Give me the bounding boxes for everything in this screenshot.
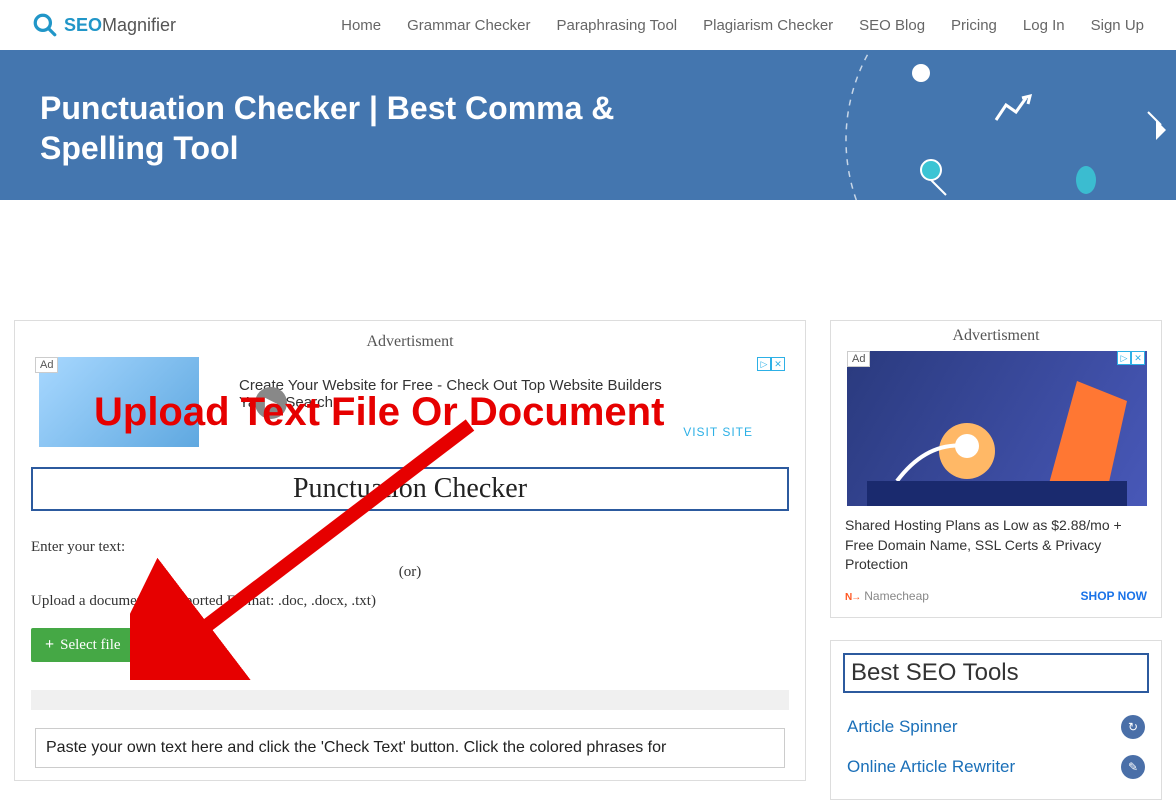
nav-grammar[interactable]: Grammar Checker — [407, 17, 530, 34]
page-title: Punctuation Checker | Best Comma & Spell… — [40, 88, 640, 168]
tool-link-label: Article Spinner — [847, 717, 958, 737]
tool-title: Punctuation Checker — [31, 467, 789, 511]
sidebar: Advertisment Ad ▷ ✕ Shared Hosting Plans… — [830, 320, 1162, 800]
sidebar-ad-info-icon[interactable]: ▷ — [1117, 351, 1131, 365]
spinner-icon: ↻ — [1121, 715, 1145, 739]
ad-thumbnail — [39, 357, 199, 447]
nav-login[interactable]: Log In — [1023, 17, 1065, 34]
tool-link-article-spinner[interactable]: Article Spinner ↻ — [843, 707, 1149, 747]
ad-info-icon[interactable]: ▷ — [757, 357, 771, 371]
sidebar-ad-controls: ▷ ✕ — [1117, 351, 1145, 365]
sidebar-ad-badge: Ad — [847, 351, 870, 367]
logo[interactable]: SEOMagnifier — [32, 12, 176, 38]
main-nav: Home Grammar Checker Paraphrasing Tool P… — [341, 17, 1144, 34]
enter-text-label: Enter your text: — [31, 539, 789, 556]
play-icon[interactable]: ▶ — [255, 387, 287, 419]
nav-home[interactable]: Home — [341, 17, 381, 34]
text-input-area[interactable]: Paste your own text here and click the '… — [35, 728, 785, 768]
sidebar-ad-label: Advertisment — [831, 327, 1161, 345]
magnifier-icon — [32, 12, 58, 38]
main-panel: Advertisment Ad ▶ Create Your Website fo… — [14, 320, 806, 781]
ad-label: Advertisment — [27, 333, 793, 351]
ad-visit-link[interactable]: VISIT SITE — [683, 425, 753, 439]
nav-plagiarism[interactable]: Plagiarism Checker — [703, 17, 833, 34]
nav-pricing[interactable]: Pricing — [951, 17, 997, 34]
header: SEOMagnifier Home Grammar Checker Paraph… — [0, 0, 1176, 50]
nav-blog[interactable]: SEO Blog — [859, 17, 925, 34]
ad-controls: ▷ ✕ — [757, 357, 785, 371]
sidebar-ad[interactable]: Advertisment Ad ▷ ✕ Shared Hosting Plans… — [830, 320, 1162, 618]
nav-paraphrase[interactable]: Paraphrasing Tool — [556, 17, 677, 34]
sidebar-ad-cta[interactable]: SHOP NOW — [1081, 589, 1147, 603]
sidebar-ad-close-icon[interactable]: ✕ — [1131, 351, 1145, 365]
nav-signup[interactable]: Sign Up — [1091, 17, 1144, 34]
ad-text: Create Your Website for Free - Check Out… — [239, 377, 662, 411]
tools-box: Best SEO Tools Article Spinner ↻ Online … — [830, 640, 1162, 800]
ad-text-line1: Create Your Website for Free - Check Out… — [239, 377, 662, 394]
ad-close-icon[interactable]: ✕ — [771, 357, 785, 371]
sidebar-ad-brand: N→Namecheap — [845, 589, 929, 603]
ad-text-line2: Yahoo Search — [239, 394, 662, 411]
main-ad[interactable]: Ad ▶ Create Your Website for Free - Chec… — [35, 357, 785, 447]
content-container: Advertisment Ad ▶ Create Your Website fo… — [0, 200, 1176, 800]
upload-label: Upload a document: (Supported Format: .d… — [31, 593, 789, 610]
or-divider: (or) — [27, 564, 793, 581]
sidebar-ad-image — [847, 351, 1147, 506]
logo-text: SEOMagnifier — [64, 15, 176, 36]
ad-badge: Ad — [35, 357, 58, 373]
plus-icon: + — [45, 636, 54, 654]
hero-decoration — [796, 50, 1176, 200]
tools-title: Best SEO Tools — [843, 653, 1149, 693]
select-file-label: Select file — [60, 637, 120, 654]
sidebar-ad-description: Shared Hosting Plans as Low as $2.88/mo … — [831, 506, 1161, 581]
hero: Punctuation Checker | Best Comma & Spell… — [0, 50, 1176, 200]
select-file-button[interactable]: + Select file — [31, 628, 135, 662]
progress-bar — [31, 690, 789, 710]
sidebar-ad-footer: N→Namecheap SHOP NOW — [831, 581, 1161, 617]
